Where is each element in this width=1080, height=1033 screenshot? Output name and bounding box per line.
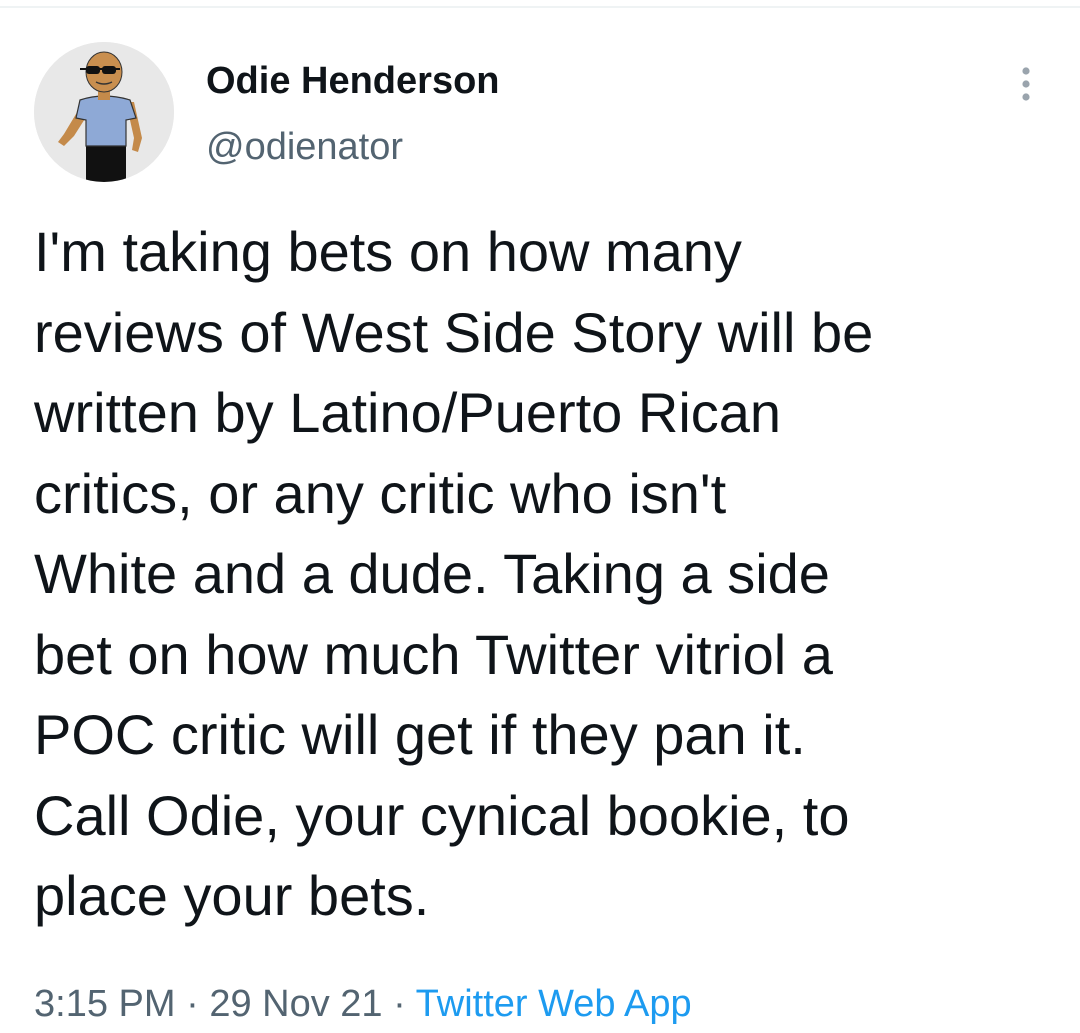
meta-separator: ·	[175, 983, 210, 1025]
user-handle[interactable]: @odienator	[206, 124, 403, 170]
tweet-text-line: critics, or any critic who isn't	[34, 461, 727, 525]
tweet-text-line: bet on how much Twitter vitriol a	[34, 622, 833, 686]
tweet-date[interactable]: 29 Nov 21	[209, 983, 382, 1025]
display-name[interactable]: Odie Henderson	[206, 58, 500, 104]
tweet-text-line: Call Odie, your cynical bookie, to	[34, 783, 850, 847]
tweet-text-line: place your bets.	[34, 864, 430, 927]
more-vertical-icon	[1022, 67, 1030, 101]
tweet-text-line: I'm taking bets on how many	[34, 220, 742, 283]
meta-separator: ·	[382, 983, 416, 1025]
top-divider	[0, 6, 1080, 8]
tweet-meta: 3:15 PM · 29 Nov 21 · Twitter Web App	[34, 979, 692, 1029]
tweet-text: I'm taking bets on how many reviews of W…	[34, 212, 1064, 937]
cartoon-avatar-icon	[34, 42, 174, 182]
tweet-text-line: reviews of West Side Story will be	[34, 300, 874, 364]
avatar[interactable]	[34, 42, 174, 182]
tweet-source-link[interactable]: Twitter Web App	[416, 983, 692, 1025]
tweet-text-line: White and a dude. Taking a side	[34, 542, 830, 605]
tweet-time[interactable]: 3:15 PM	[34, 983, 176, 1025]
tweet-text-line: written by Latino/Puerto Rican	[34, 381, 782, 444]
tweet-text-line: POC critic will get if they pan it.	[34, 703, 806, 766]
more-options-button[interactable]	[1008, 62, 1044, 106]
